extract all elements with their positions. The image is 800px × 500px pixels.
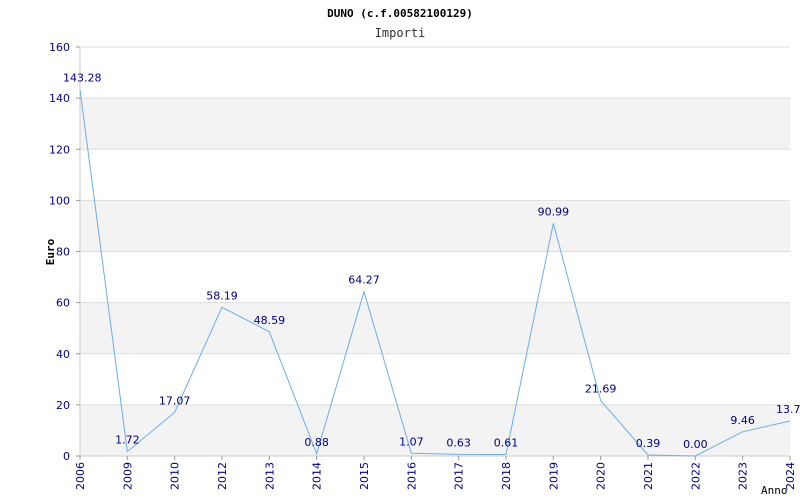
data-label: 1.72 <box>115 434 140 447</box>
y-tick-label: 140 <box>49 92 70 105</box>
data-label: 0.63 <box>446 436 471 449</box>
y-tick-label: 160 <box>49 41 70 54</box>
chart-title: DUNO (c.f.00582100129) <box>327 7 473 20</box>
x-tick-label: 2010 <box>169 462 182 490</box>
x-tick-label: 2006 <box>74 462 87 490</box>
data-label: 1.07 <box>399 435 424 448</box>
y-tick-label: 60 <box>56 297 70 310</box>
x-tick-labels: 2006 2009 2010 2012 2013 2014 2015 2016 2017 2018… <box>74 456 797 490</box>
data-label: 143.28 <box>63 72 102 85</box>
x-tick-label: 2009 <box>121 462 134 490</box>
grid-band <box>80 47 790 99</box>
grid-band <box>80 98 790 150</box>
grid-band <box>80 251 790 303</box>
y-tick-label: 20 <box>56 399 70 412</box>
x-tick-label: 2017 <box>453 462 466 490</box>
grid-band <box>80 149 790 201</box>
line-chart: DUNO (c.f.00582100129) Importi Euro Anno… <box>44 7 800 497</box>
x-tick-label: 2014 <box>311 462 324 490</box>
x-tick-label: 2021 <box>642 462 655 490</box>
x-tick-label: 2020 <box>595 462 608 490</box>
x-tick-label: 2022 <box>689 462 702 490</box>
y-tick-label: 0 <box>63 450 70 463</box>
data-label: 21.69 <box>585 383 617 396</box>
chart-subtitle: Importi <box>375 26 426 40</box>
data-label: 58.19 <box>206 289 238 302</box>
y-tick-label: 40 <box>56 348 70 361</box>
x-tick-label: 2012 <box>216 462 229 490</box>
data-label: 48.59 <box>254 314 286 327</box>
x-tick-label: 2023 <box>737 462 750 490</box>
data-label: 0.39 <box>636 437 661 450</box>
y-tick-label: 120 <box>49 143 70 156</box>
x-tick-label: 2016 <box>405 462 418 490</box>
grid-band <box>80 200 790 252</box>
x-tick-label: 2024 <box>784 462 797 490</box>
data-label: 9.46 <box>730 414 755 427</box>
x-tick-label: 2019 <box>547 462 560 490</box>
x-tick-label: 2018 <box>500 462 513 490</box>
x-tick-label: 2013 <box>263 462 276 490</box>
data-label: 0.61 <box>494 436 519 449</box>
data-label: 13.71 <box>776 403 800 416</box>
x-tick-label: 2015 <box>358 462 371 490</box>
y-tick-label: 80 <box>56 246 70 259</box>
data-label: 90.99 <box>538 205 570 218</box>
data-label: 17.07 <box>159 394 191 407</box>
data-label: 0.00 <box>683 438 708 451</box>
grid-band <box>80 302 790 354</box>
data-label: 64.27 <box>348 274 380 287</box>
y-tick-label: 100 <box>49 194 70 207</box>
data-label: 0.88 <box>304 436 329 449</box>
